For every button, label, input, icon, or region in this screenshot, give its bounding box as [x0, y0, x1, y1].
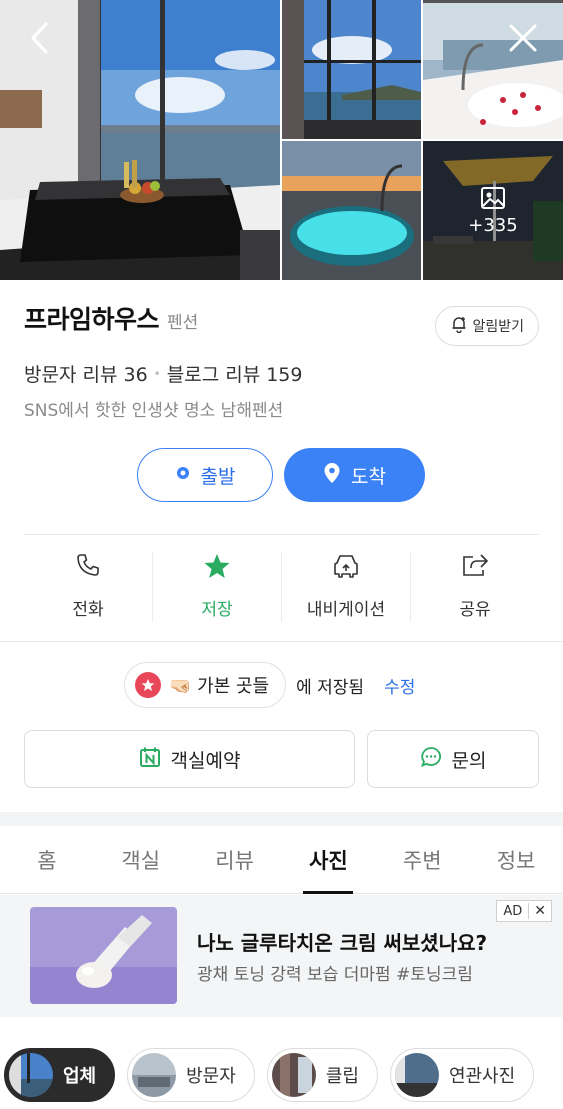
- filter-clip[interactable]: 클립: [266, 1048, 378, 1102]
- filter-related-label: 연관사진: [448, 1066, 516, 1087]
- filter-visitor-label: 방문자: [186, 1066, 236, 1087]
- divider: [0, 641, 563, 642]
- ad-image: [30, 907, 177, 1004]
- photo-filter-bar: 업체 방문자 클립 연관사진: [4, 1048, 535, 1102]
- section-gap: [0, 812, 563, 826]
- separator-dot: •: [153, 366, 161, 381]
- tab-rooms[interactable]: 객실: [94, 826, 188, 893]
- filter-visitor[interactable]: 방문자: [127, 1048, 255, 1102]
- ad-banner[interactable]: 나노 글루타치온 크림 써보셨나요? 광채 토닝 강력 보습 더마펌 #토닝크림…: [0, 895, 563, 1017]
- room-booking-button[interactable]: 객실예약: [24, 730, 355, 788]
- naver-booking-icon: [139, 746, 161, 773]
- filter-thumbnail: [271, 1053, 316, 1097]
- phone-icon: [75, 552, 101, 582]
- star-icon: [203, 552, 231, 584]
- close-button[interactable]: [501, 18, 545, 62]
- filter-thumbnail: [9, 1053, 53, 1097]
- photo-gallery: +335: [0, 0, 563, 280]
- save-label: 저장: [201, 600, 233, 620]
- saved-list-row: 🤜🏻 가본 곳들 에 저장됨 수정: [124, 662, 415, 708]
- origin-dot-icon: [175, 464, 191, 486]
- ad-close-button[interactable]: ✕: [528, 903, 551, 919]
- navigation-action[interactable]: 내비게이션: [282, 552, 411, 622]
- divider: [24, 534, 539, 535]
- chat-bubble-icon: [420, 746, 442, 773]
- ad-badge: AD ✕: [496, 900, 552, 922]
- room-booking-label: 객실예약: [170, 749, 241, 772]
- share-action[interactable]: 공유: [411, 552, 539, 622]
- call-label: 전화: [72, 600, 104, 620]
- map-pin-icon: [323, 462, 341, 489]
- navigation-label: 내비게이션: [306, 600, 386, 620]
- visitor-review-link[interactable]: 방문자 리뷰 36: [24, 360, 148, 387]
- tab-info[interactable]: 정보: [469, 826, 563, 893]
- tab-reviews[interactable]: 리뷰: [188, 826, 282, 893]
- arrive-button[interactable]: 도착: [284, 448, 425, 502]
- filter-clip-label: 클립: [325, 1066, 359, 1087]
- more-photos-count: +335: [468, 215, 518, 236]
- photo-jacuzzi[interactable]: [282, 141, 421, 280]
- save-action[interactable]: 저장: [153, 552, 282, 622]
- tab-photos[interactable]: 사진: [281, 826, 375, 894]
- tab-nearby[interactable]: 주변: [375, 826, 469, 893]
- notify-button[interactable]: 알림받기: [435, 306, 539, 346]
- share-label: 공유: [459, 600, 491, 620]
- blog-review-link[interactable]: 블로그 리뷰 159: [167, 360, 303, 387]
- place-description: SNS에서 핫한 인생샷 명소 남해펜션: [24, 401, 284, 421]
- ad-subtitle: 광채 토닝 강력 보습 더마펌 #토닝크림: [197, 965, 473, 985]
- chevron-left-icon: [29, 21, 51, 59]
- ad-label: AD: [503, 903, 523, 919]
- photo-window-view[interactable]: [282, 0, 421, 139]
- inquiry-button[interactable]: 문의: [367, 730, 539, 788]
- navigation-icon: [331, 552, 361, 584]
- place-category: 펜션: [167, 313, 199, 333]
- action-bar: 전화 저장 내비게이션 공유: [24, 552, 539, 622]
- tab-home[interactable]: 홈: [0, 826, 94, 893]
- edit-link[interactable]: 수정: [384, 673, 415, 698]
- tab-bar: 홈 객실 리뷰 사진 주변 정보: [0, 826, 563, 894]
- filter-business[interactable]: 업체: [4, 1048, 116, 1102]
- photo-more[interactable]: +335: [423, 141, 563, 280]
- saved-status-text: 에 저장됨: [296, 677, 365, 698]
- back-button[interactable]: [18, 18, 62, 62]
- place-header: 프라임하우스 펜션 알림받기: [24, 300, 539, 346]
- notify-label: 알림받기: [472, 319, 524, 335]
- depart-label: 출발: [200, 465, 236, 488]
- filter-business-label: 업체: [63, 1066, 97, 1087]
- filter-thumbnail: [132, 1053, 177, 1097]
- section-gap: [0, 1017, 563, 1031]
- place-title: 프라임하우스: [24, 305, 160, 334]
- depart-button[interactable]: 출발: [137, 448, 273, 502]
- more-photos-overlay[interactable]: +335: [423, 141, 563, 280]
- arrive-label: 도착: [351, 465, 386, 488]
- inquiry-label: 문의: [451, 749, 487, 772]
- call-action[interactable]: 전화: [24, 552, 153, 622]
- review-counts: 방문자 리뷰 36 • 블로그 리뷰 159: [24, 360, 302, 387]
- ad-title: 나노 글루타치온 크림 써보셨나요?: [197, 931, 488, 955]
- close-icon: [508, 23, 538, 57]
- saved-list-name: 🤜🏻 가본 곳들: [169, 676, 270, 697]
- bell-plus-icon: [450, 315, 468, 337]
- star-badge-icon: [135, 672, 161, 698]
- share-icon: [461, 552, 489, 582]
- filter-related[interactable]: 연관사진: [389, 1048, 535, 1102]
- image-icon: [480, 185, 506, 211]
- saved-list-chip[interactable]: 🤜🏻 가본 곳들: [124, 662, 287, 708]
- filter-thumbnail: [394, 1053, 439, 1097]
